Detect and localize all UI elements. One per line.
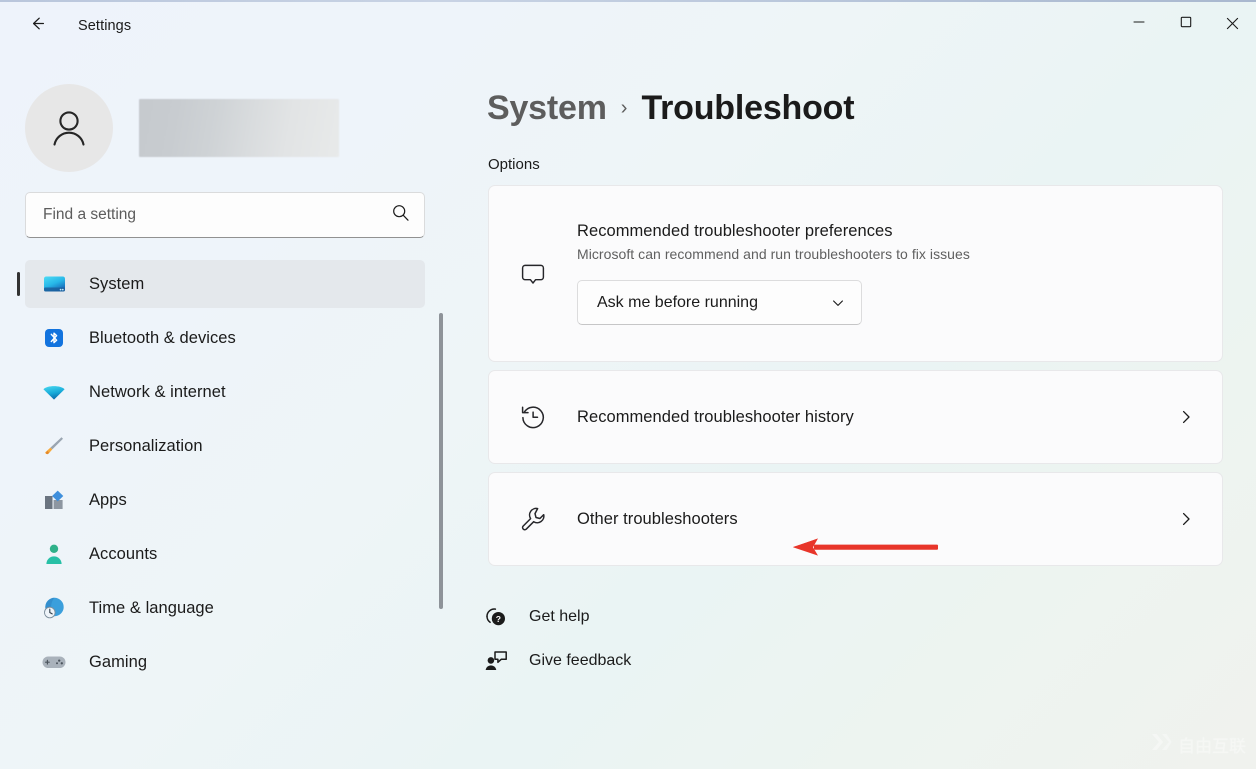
sidebar-item-apps[interactable]: Apps xyxy=(25,476,425,524)
settings-window: Settings Find a setting System Bluetooth… xyxy=(0,0,1256,769)
sidebar-item-label: Personalization xyxy=(89,436,203,455)
close-icon xyxy=(1226,17,1239,30)
sidebar-item-label: Apps xyxy=(89,490,127,509)
sidebar-scrollbar[interactable] xyxy=(439,313,443,609)
minimize-button[interactable] xyxy=(1115,0,1162,47)
monitor-icon xyxy=(41,272,67,296)
paintbrush-icon xyxy=(41,434,67,458)
clock-globe-icon xyxy=(41,596,67,620)
sidebar: System Bluetooth & devices xyxy=(0,72,452,769)
sidebar-item-label: Gaming xyxy=(89,652,148,671)
sidebar-item-personalization[interactable]: Personalization xyxy=(25,422,425,470)
chevron-right-icon xyxy=(1172,511,1200,527)
card-recommended-troubleshooter-history[interactable]: Recommended troubleshooter history xyxy=(488,370,1223,464)
maximize-icon xyxy=(1180,15,1192,33)
maximize-button[interactable] xyxy=(1162,0,1209,47)
sidebar-item-accounts[interactable]: Accounts xyxy=(25,530,425,578)
footer-links: ? Get help Give feedback xyxy=(469,595,1256,683)
sidebar-item-gaming[interactable]: Gaming xyxy=(25,638,425,686)
title-bar: Settings xyxy=(0,0,1256,72)
title-bar-left: Settings xyxy=(0,0,131,52)
card-title: Recommended troubleshooter preferences xyxy=(577,222,893,240)
apps-icon xyxy=(41,488,67,512)
gamepad-icon xyxy=(41,650,67,674)
wrench-icon xyxy=(513,505,553,533)
person-avatar-icon xyxy=(53,111,85,146)
recommended-troubleshooter-preferences-dropdown[interactable]: Ask me before running xyxy=(577,280,862,325)
card-subtitle: Microsoft can recommend and run troubles… xyxy=(577,246,970,262)
sidebar-item-label: Time & language xyxy=(89,598,214,617)
options-card-list: Recommended troubleshooter preferences M… xyxy=(488,185,1223,566)
card-body: Other troubleshooters xyxy=(489,473,1222,565)
help-question-icon: ? xyxy=(481,605,511,629)
card-text-block: Recommended troubleshooter preferences M… xyxy=(577,222,1200,325)
breadcrumb-separator-icon: › xyxy=(620,97,628,119)
minimize-icon xyxy=(1132,15,1145,33)
speech-bubble-icon xyxy=(513,259,553,289)
bluetooth-icon xyxy=(41,326,67,350)
accounts-person-icon xyxy=(41,542,67,566)
account-section[interactable] xyxy=(0,72,452,172)
app-title: Settings xyxy=(78,18,132,35)
sidebar-item-label: Bluetooth & devices xyxy=(89,328,236,347)
get-help-link[interactable]: ? Get help xyxy=(469,595,769,639)
card-body: Recommended troubleshooter history xyxy=(489,371,1222,463)
card-title: Recommended troubleshooter history xyxy=(577,407,854,426)
card-recommended-troubleshooter-preferences: Recommended troubleshooter preferences M… xyxy=(488,185,1223,362)
sidebar-item-network-internet[interactable]: Network & internet xyxy=(25,368,425,416)
card-body: Recommended troubleshooter preferences M… xyxy=(489,186,1222,361)
wifi-icon xyxy=(41,380,67,404)
link-label: Give feedback xyxy=(529,652,632,669)
sidebar-nav: System Bluetooth & devices Network & int… xyxy=(0,260,452,686)
window-controls xyxy=(1115,0,1256,47)
avatar xyxy=(25,84,113,172)
account-name-redacted xyxy=(139,99,339,157)
link-label: Get help xyxy=(529,608,590,625)
search-box[interactable] xyxy=(25,192,425,238)
search-input[interactable] xyxy=(43,206,391,224)
sidebar-item-system[interactable]: System xyxy=(17,260,425,308)
main-content: System › Troubleshoot Options Recommende… xyxy=(452,72,1256,769)
sidebar-item-label: System xyxy=(89,274,145,293)
sidebar-item-time-language[interactable]: Time & language xyxy=(25,584,425,632)
card-other-troubleshooters[interactable]: Other troubleshooters xyxy=(488,472,1223,566)
sidebar-item-label: Network & internet xyxy=(89,382,226,401)
dropdown-selected-value: Ask me before running xyxy=(597,293,758,311)
chevron-right-icon xyxy=(1172,409,1200,425)
selection-indicator xyxy=(17,272,20,296)
give-feedback-link[interactable]: Give feedback xyxy=(469,639,769,683)
page-title: Troubleshoot xyxy=(641,89,855,127)
close-button[interactable] xyxy=(1209,0,1256,47)
history-clock-icon xyxy=(513,403,553,431)
sidebar-item-bluetooth-devices[interactable]: Bluetooth & devices xyxy=(25,314,425,362)
breadcrumb: System › Troubleshoot xyxy=(487,89,1256,128)
section-label: Options xyxy=(488,156,540,173)
search-icon xyxy=(391,203,410,227)
sidebar-item-label: Accounts xyxy=(89,544,158,563)
card-title: Other troubleshooters xyxy=(577,509,738,528)
back-arrow-icon xyxy=(27,13,48,39)
feedback-person-icon xyxy=(481,649,511,673)
chevron-down-icon xyxy=(831,296,845,310)
svg-text:?: ? xyxy=(496,614,501,624)
back-button[interactable] xyxy=(16,9,58,43)
breadcrumb-parent[interactable]: System xyxy=(487,89,607,128)
